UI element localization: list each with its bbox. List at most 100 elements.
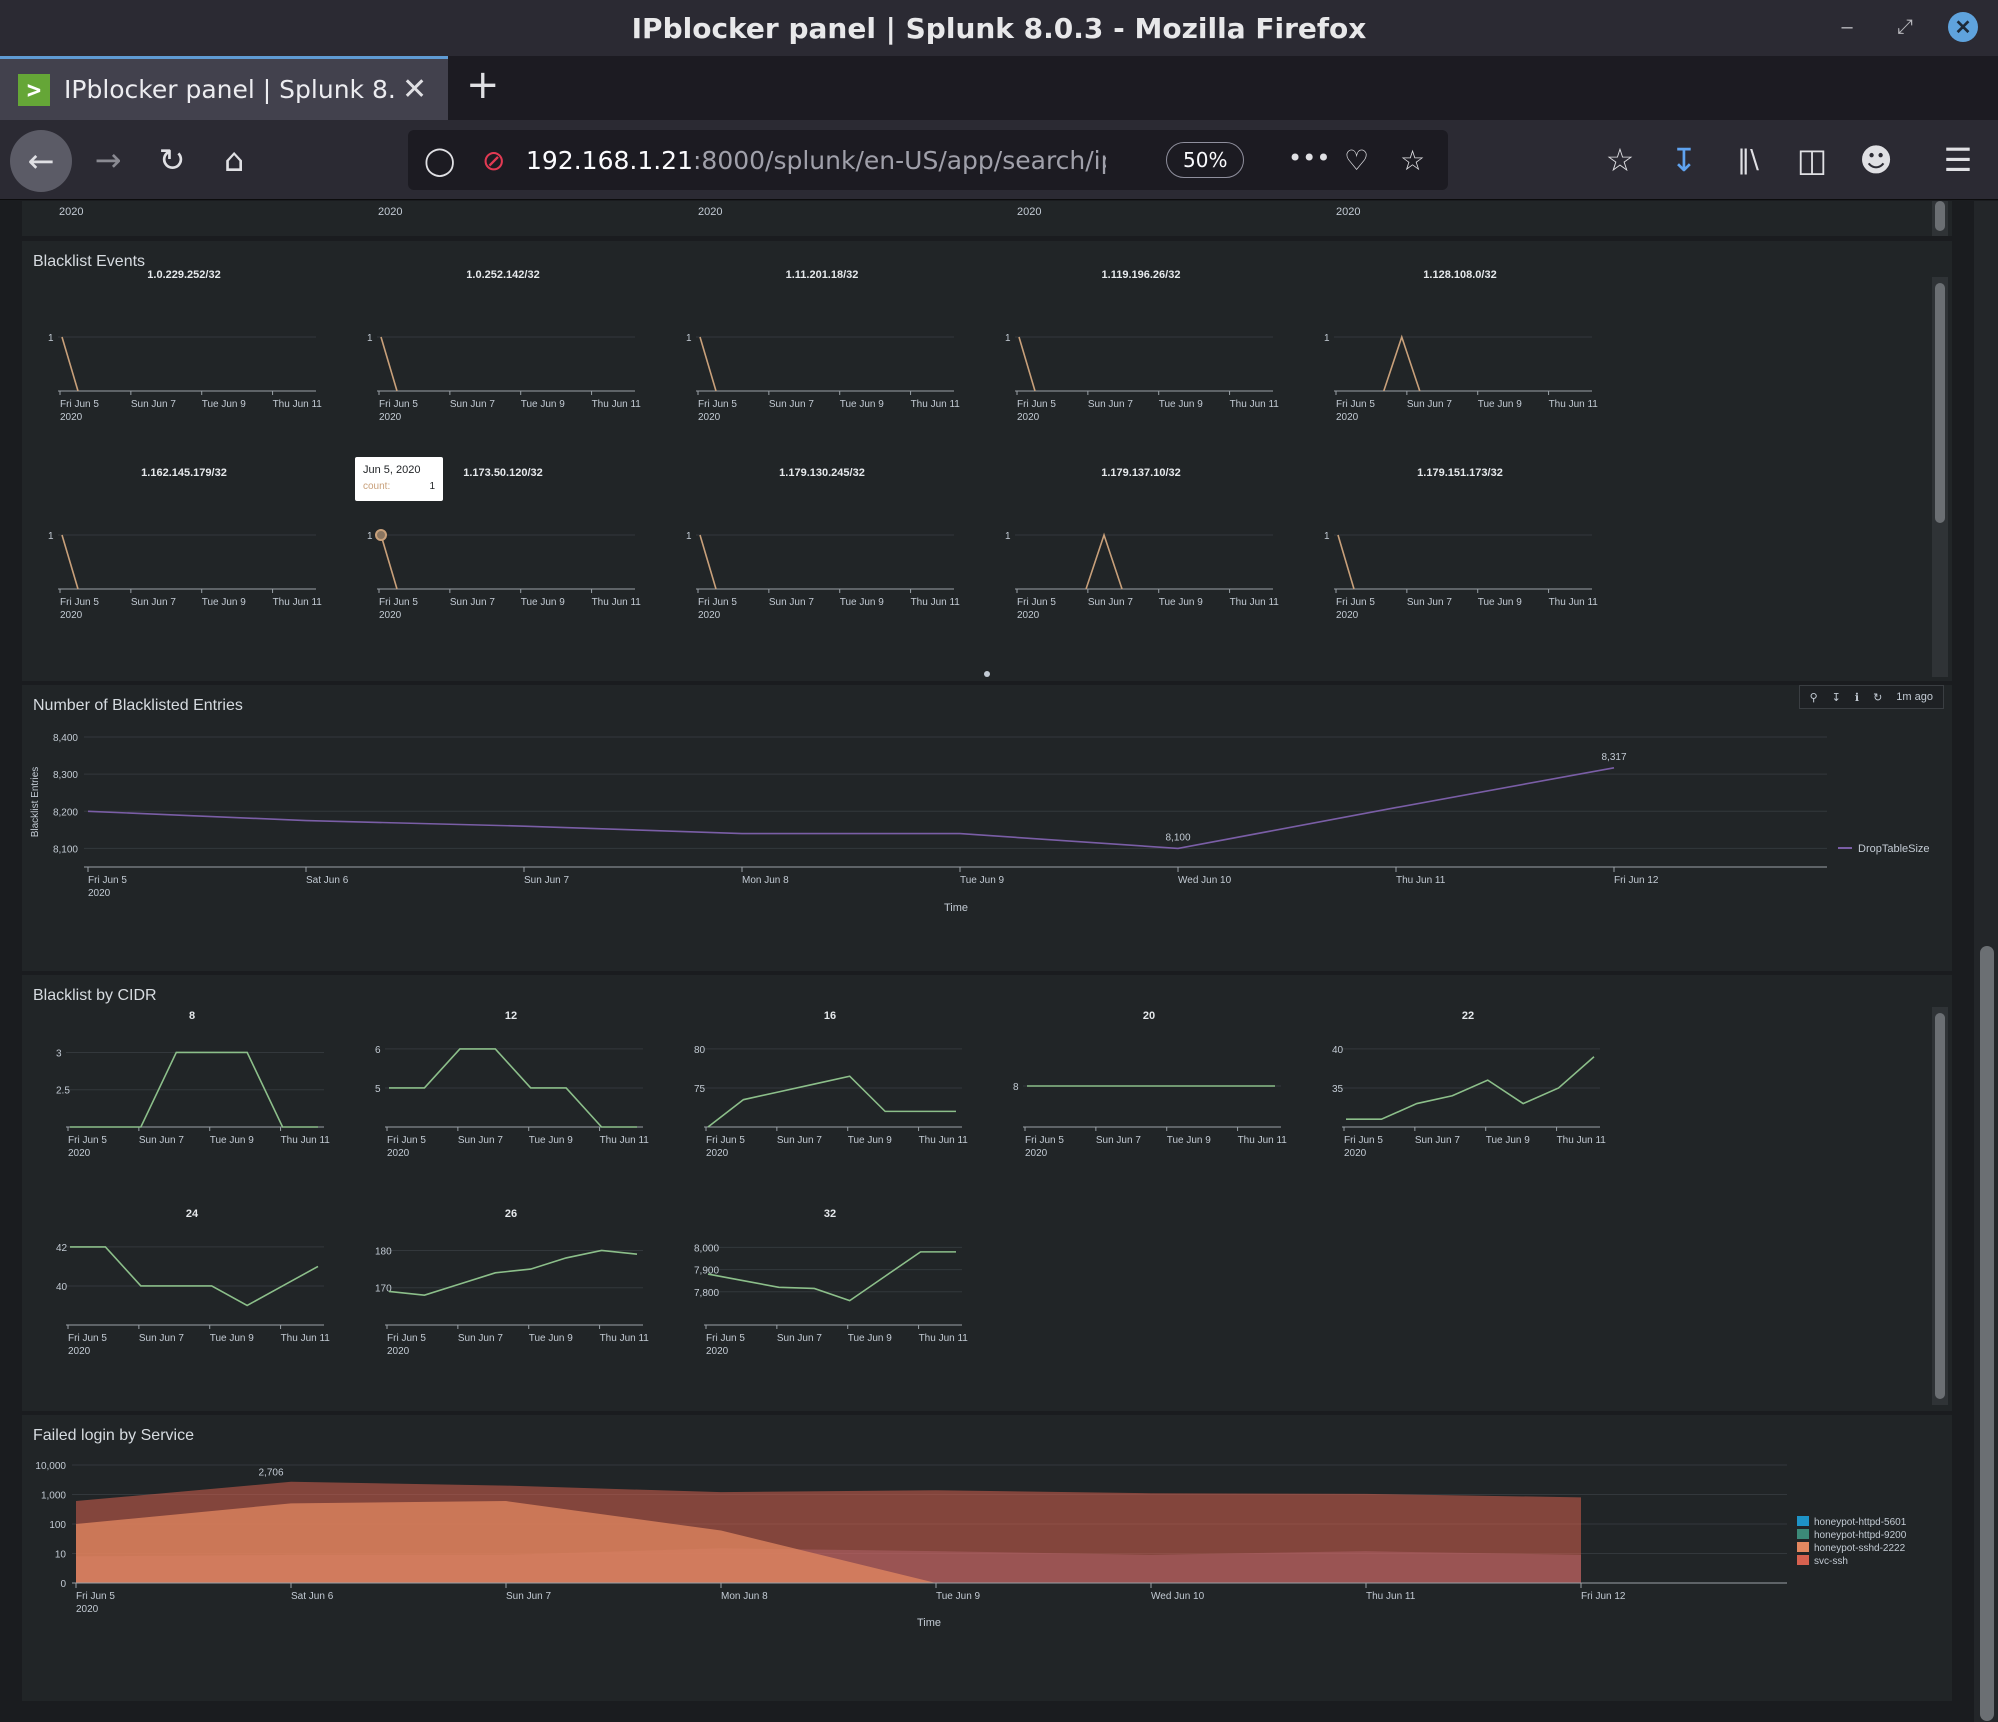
x-tick-label: Thu Jun 11 [592, 597, 642, 608]
bookmarks-toolbar-icon[interactable]: ☆ [1596, 136, 1644, 184]
x-tick-label: Thu Jun 11 [911, 399, 961, 410]
downloads-icon[interactable]: ↧ [1660, 136, 1708, 184]
small-chart-title: 1.0.252.142/32 [466, 269, 539, 281]
x-tick-label: 2020 [60, 610, 83, 621]
y-tick-label: 7,800 [694, 1288, 719, 1299]
x-tick-label: Sun Jun 7 [1415, 1135, 1460, 1146]
reload-icon[interactable]: ↻ [148, 136, 196, 184]
x-tick-label: Thu Jun 11 [1557, 1135, 1607, 1146]
x-tick-label: Fri Jun 5 [1017, 597, 1056, 608]
small-chart-title: 1.128.108.0/32 [1423, 269, 1496, 281]
year-label: 2020 [1336, 206, 1360, 218]
x-tick-label: Thu Jun 11 [1238, 1135, 1288, 1146]
y-tick-label: 1 [1324, 333, 1330, 344]
tab-active[interactable]: > IPblocker panel | Splunk 8.0.3 ✕ [0, 56, 448, 120]
x-tick-label: 2020 [60, 412, 83, 423]
hamburger-menu-icon[interactable]: ☰ [1934, 136, 1982, 184]
tooltip-key: count: [363, 481, 390, 492]
window-title: IPblocker panel | Splunk 8.0.3 - Mozilla… [631, 11, 1367, 45]
back-arrow-icon[interactable]: ← [10, 130, 72, 192]
x-tick-label: Thu Jun 11 [1549, 597, 1599, 608]
scrollbar[interactable] [1932, 1007, 1948, 1405]
x-tick-label: Sun Jun 7 [1088, 597, 1133, 608]
zoom-level-button[interactable]: 50% [1166, 142, 1245, 178]
shield-icon[interactable]: ◯ [424, 144, 455, 177]
series-line [61, 534, 79, 590]
legend-swatch [1797, 1542, 1809, 1552]
x-tick-label: Sun Jun 7 [139, 1135, 184, 1146]
small-chart-title: 1.179.151.173/32 [1417, 467, 1503, 479]
panel-number-of-blacklisted-entries: Number of Blacklisted Entries ⚲ ↧ ℹ ↻ 1m… [22, 685, 1952, 971]
x-tick-label: Wed Jun 10 [1178, 875, 1232, 886]
scrollbar-thumb[interactable] [1935, 1013, 1945, 1399]
x-tick-label: 2020 [387, 1346, 410, 1357]
x-tick-label: Tue Jun 9 [1478, 597, 1523, 608]
y-tick-label: 80 [694, 1045, 706, 1056]
x-tick-label: 2020 [379, 412, 402, 423]
x-tick-label: 2020 [1025, 1148, 1048, 1159]
y-tick-label: 1 [1324, 531, 1330, 542]
scrollbar[interactable] [1932, 277, 1948, 677]
x-tick-label: Fri Jun 5 [88, 875, 127, 886]
page-scrollbar[interactable] [1974, 201, 1998, 1722]
x-tick-label: Fri Jun 5 [387, 1333, 426, 1344]
hover-point [375, 529, 387, 541]
close-window-icon[interactable]: ✕ [1948, 12, 1978, 42]
home-icon[interactable]: ⌂ [210, 136, 258, 184]
splunk-favicon-icon: > [18, 73, 50, 106]
forward-arrow-icon[interactable]: → [84, 136, 132, 184]
insecure-lock-icon[interactable]: ⊘ [482, 144, 505, 177]
minimize-icon[interactable]: – [1832, 12, 1862, 42]
page-scrollbar-thumb[interactable] [1980, 946, 1994, 1721]
pocket-icon[interactable]: ♡ [1344, 144, 1369, 177]
y-tick-label: 1 [1005, 531, 1011, 542]
x-tick-label: Thu Jun 11 [1549, 399, 1599, 410]
y-tick-label: 1 [1005, 333, 1011, 344]
x-tick-label: Sun Jun 7 [139, 1333, 184, 1344]
x-tick-label: Thu Jun 11 [600, 1333, 650, 1344]
x-tick-label: 2020 [379, 610, 402, 621]
y-tick-label: 8,400 [53, 733, 78, 744]
small-chart-title: 1.173.50.120/32 [463, 467, 543, 479]
x-tick-label: Sun Jun 7 [777, 1333, 822, 1344]
x-tick-label: Fri Jun 5 [1336, 399, 1375, 410]
legend-label: svc-ssh [1814, 1556, 1848, 1567]
account-icon[interactable]: ☻ [1852, 136, 1900, 184]
y-tick-label: 8,000 [694, 1243, 719, 1254]
y-tick-label: 180 [375, 1246, 392, 1257]
series-line [707, 1251, 956, 1302]
pagination-dot [984, 671, 990, 677]
new-tab-icon[interactable]: + [466, 62, 500, 108]
tooltip: Jun 5, 2020 count: 1 [355, 457, 443, 501]
x-tick-label: Fri Jun 5 [706, 1333, 745, 1344]
sidebar-icon[interactable]: ◫ [1788, 136, 1836, 184]
page-actions-icon[interactable]: ••• [1288, 144, 1330, 172]
x-tick-label: Fri Jun 5 [379, 597, 418, 608]
x-tick-label: Sun Jun 7 [131, 399, 176, 410]
x-tick-label: Thu Jun 11 [600, 1135, 650, 1146]
x-tick-label: Tue Jun 9 [202, 597, 247, 608]
year-label: 2020 [698, 206, 722, 218]
scrollbar-thumb[interactable] [1935, 201, 1945, 231]
scrollbar-thumb[interactable] [1935, 283, 1945, 523]
data-label: 2,706 [258, 1468, 283, 1479]
x-tick-label: Sun Jun 7 [524, 875, 569, 886]
small-chart-title: 8 [189, 1010, 195, 1022]
series-line [699, 534, 717, 590]
tooltip-value: 1 [429, 481, 435, 492]
x-tick-label: 2020 [88, 888, 111, 899]
x-tick-label: Mon Jun 8 [721, 1591, 768, 1602]
bookmark-star-icon[interactable]: ☆ [1400, 144, 1425, 177]
x-tick-label: Fri Jun 5 [60, 597, 99, 608]
x-tick-label: Thu Jun 11 [1230, 399, 1280, 410]
scrollbar[interactable] [1932, 201, 1948, 236]
y-tick-label: 75 [694, 1084, 706, 1095]
tab-close-icon[interactable]: ✕ [402, 72, 427, 107]
x-tick-label: Fri Jun 5 [1344, 1135, 1383, 1146]
x-tick-label: 2020 [1336, 610, 1359, 621]
library-icon[interactable]: ‖\ [1724, 136, 1772, 184]
url-text[interactable]: 192.168.1.21:8000/splunk/en-US/app/searc… [526, 146, 1106, 175]
url-path: :8000/splunk/en-US/app/search/ipblc [693, 145, 1106, 175]
url-bar[interactable]: ◯ ⊘ 192.168.1.21:8000/splunk/en-US/app/s… [408, 130, 1448, 190]
restore-icon[interactable]: ⤢ [1890, 12, 1920, 42]
